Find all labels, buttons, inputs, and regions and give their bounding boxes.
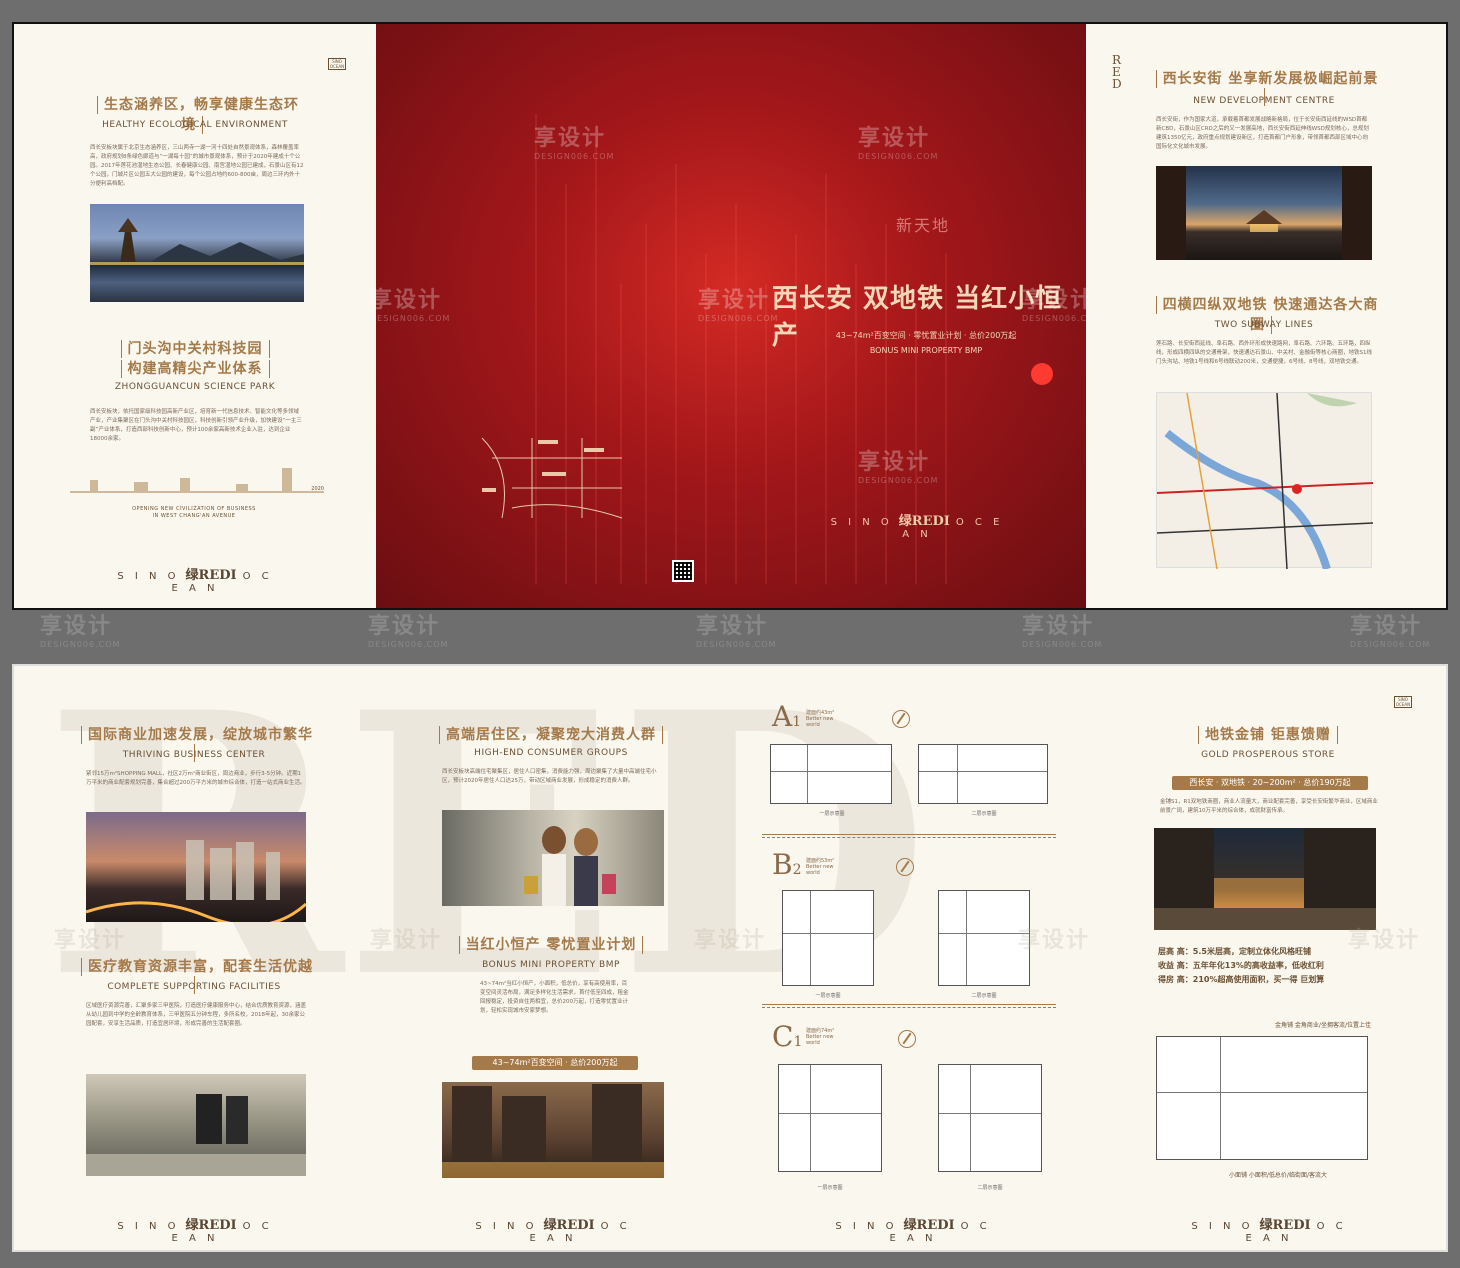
- zhongguancun-subtitle: ZHONGGUANCUN SCIENCE PARK: [114, 382, 276, 392]
- inner-panel-2: 高端居住区，凝聚宠大消费人群 HIGH-END CONSUMER GROUPS …: [376, 666, 732, 1250]
- timeline-graphic: 2020: [70, 464, 324, 504]
- watermark-gap-5: 享设计 DESIGN006.COM: [1350, 614, 1431, 649]
- unit-a-letter: A1: [772, 700, 802, 733]
- business-subtitle: THRIVING BUSINESS CENTER: [122, 750, 266, 760]
- divider-1: [762, 834, 1056, 838]
- unit-a-plan-1: [770, 744, 892, 804]
- subway-map: [1156, 392, 1374, 571]
- watermark-gap-4: 享设计 DESIGN006.COM: [1022, 614, 1103, 649]
- inner-panel-1: 国际商业加速发展，绽放城市繁华 THRIVING BUSINESS CENTER…: [14, 666, 376, 1250]
- unit-c-plan-1: [778, 1064, 882, 1172]
- unit-b-cap-1: 一层示意图: [815, 993, 841, 999]
- store-title: 地铁金铺 钜惠馈赠: [1148, 724, 1388, 744]
- unit-b-cap-2: 二层示意图: [971, 993, 997, 999]
- bmp-subtitle: BONUS MINI PROPERTY BMP: [482, 960, 620, 970]
- bmp-price-pill: 43~74m²百变空间 · 总价200万起: [472, 1056, 638, 1070]
- unit-c-cap-2: 二层示意图: [977, 1185, 1003, 1191]
- facilities-subtitle: COMPLETE SUPPORTING FACILITIES: [107, 982, 281, 992]
- consumer-title: 高端居住区，凝聚宠大消费人群: [426, 724, 676, 744]
- consumer-subtitle: HIGH-END CONSUMER GROUPS: [474, 748, 628, 758]
- store-body: 金铺S1，R1双地铁商圈，商业人流量大，商业配套完善，享受长安街繁华商业，区域商…: [1160, 799, 1378, 814]
- brand-footer-inner-4: S I N O 绿REDI O C E A N: [1191, 1218, 1347, 1244]
- avenue-night-photo: [1156, 166, 1372, 260]
- left-panel: SINO OCEAN 生态涵养区，畅享健康生态环境 HEALTHY ECOLOG…: [14, 24, 376, 608]
- sino-logo-inner: SINO OCEAN: [1394, 696, 1412, 708]
- brochure-inner-spread: RED 国际商业加速发展，绽放城市繁华 THRIVING BUSINESS CE…: [12, 664, 1448, 1252]
- unit-a-meta: 建面约43m² Better new world: [806, 710, 835, 728]
- timeline-end-label: 2020: [311, 486, 324, 492]
- brand-footer-left: S I N O 绿REDI O C E A N: [117, 568, 273, 594]
- ecology-body: 西长安板块属于北京生态涵养区，三山两寺一湖一河十四处自然景观体系，森林覆盖率高，…: [90, 145, 304, 187]
- unit-b-plan-2: [938, 890, 1030, 986]
- unit-c-meta: 建面约74m² Better new world: [806, 1028, 835, 1046]
- store-stat-1: 层高 高：5.5米层高，定制立体化风格旺铺: [1158, 947, 1311, 956]
- subway-subtitle: TWO SUBWAY LINES: [1214, 320, 1314, 330]
- shoppers-photo: [442, 810, 664, 906]
- facilities-body: 区域医疗资源完善，汇聚多家三甲医院，打造医疗健康服务中心，结合优质教育资源，涵盖…: [86, 1003, 307, 1027]
- brochure-outer-spread: SINO OCEAN 生态涵养区，畅享健康生态环境 HEALTHY ECOLOG…: [12, 22, 1448, 610]
- zhongguancun-title-l1: 门头沟中关村科技园: [84, 338, 306, 358]
- unit-b-letter: B2: [772, 848, 802, 881]
- qr-code[interactable]: [672, 560, 694, 582]
- sino-logo: SINO OCEAN: [328, 58, 346, 70]
- store-plan-footer: 小面铺 小面积/低总价/临街面/客流大: [1229, 1172, 1327, 1179]
- store-stat-3: 得房 高：210%超高使用面积，买一得 巨划算: [1158, 975, 1325, 984]
- students-photo: [86, 1074, 306, 1176]
- west-changan-body: 西长安街，作为国家大道，承载着首都发展战略新格局，位于长安街西延线的WSD首都新…: [1156, 117, 1369, 150]
- unit-c-cap-1: 一层示意图: [817, 1185, 843, 1191]
- cover-subline-2: BONUS MINI PROPERTY BMP: [869, 346, 983, 355]
- subway-body: 莲石路、长安街西延线、阜石路、西外环形成快速路网，阜石路、六环路、五环路，四纵线…: [1156, 341, 1372, 365]
- store-floor-plan: [1156, 1036, 1368, 1160]
- shopfront-night-photo: [1154, 828, 1376, 930]
- unit-a-plan-2: [918, 744, 1048, 804]
- ecology-subtitle: HEALTHY ECOLOGICAL ENVIRONMENT: [102, 120, 288, 130]
- side-red-letters: RED: [1112, 53, 1122, 91]
- consumer-body: 西长安板块高端住宅聚集区，居住人口密集，消费能力强，周边聚集了大量中高端住宅小区…: [442, 769, 657, 784]
- unit-c-plan-2: [938, 1064, 1042, 1172]
- timeline-caption-2: IN WEST CHANG'AN AVENUE: [152, 513, 236, 519]
- right-panel: RED 西长安街 坐享新发展极崛起前景 NEW DEVELOPMENT CENT…: [1086, 24, 1448, 608]
- brand-footer-cover: S I N O 绿REDI O C E A N: [830, 514, 1004, 540]
- unit-c-letter: C1: [772, 1020, 803, 1053]
- store-price-pill: 西长安 · 双地铁 · 20~200m² · 总价190万起: [1172, 776, 1368, 790]
- brand-footer-inner-1: S I N O 绿REDI O C E A N: [117, 1218, 273, 1244]
- towers-street-photo: [442, 1082, 664, 1178]
- compass-a-icon: [892, 710, 910, 728]
- zhongguancun-title-l2: 构建高精尖产业体系: [84, 358, 306, 378]
- cover-subline-1: 43~74m²百变空间 · 零忧置业计划 · 总价200万起: [835, 331, 1017, 340]
- location-map-outline: [472, 428, 632, 524]
- unit-b-meta: 建面约53m² Better new world: [806, 858, 835, 876]
- pagoda-lake-photo: [90, 204, 304, 302]
- timeline-caption-1: OPENING NEW CIVILIZATION OF BUSINESS: [132, 506, 256, 512]
- zhongguancun-body: 西长安板块，依托国家级科技园高新产业区，培育新一代信息技术、智能文化等多领域产业…: [90, 409, 302, 442]
- cover-panel: 新天地 西长安 双地铁 当红小恒产 43~74m²百变空间 · 零忧置业计划 ·…: [376, 24, 1086, 608]
- store-plan-caption: 金角铺 金角商业/坐拥客流/位置上佳: [1275, 1022, 1371, 1029]
- business-body: 紧邻15万m²SHOPPING MALL，社区2万m²商业街区，周边商业，步行3…: [86, 771, 306, 786]
- brand-footer-inner-3: S I N O 绿REDI O C E A N: [835, 1218, 991, 1244]
- compass-b-icon: [896, 858, 914, 876]
- unit-a-cap-2: 二层示意图: [971, 811, 997, 817]
- bmp-title: 当红小恒产 零忧置业计划: [426, 934, 676, 954]
- unit-a-cap-1: 一层示意图: [819, 811, 845, 817]
- divider-2: [762, 1004, 1056, 1008]
- bmp-body: 43~74m²当红小恒产，小面积，低总价，享有高使用率，百变空间灵活布局，满足多…: [480, 981, 629, 1014]
- store-stat-2: 收益 高：五年年化13%的高收益率，低收红利: [1158, 961, 1324, 970]
- brand-footer-inner-2: S I N O 绿REDI O C E A N: [475, 1218, 631, 1244]
- city-dusk-photo: [86, 812, 306, 922]
- inner-panel-3-floorplans: A1 建面约43m² Better new world 一层示意图 二层示意图 …: [732, 666, 1088, 1250]
- xintiandi-text: 新天地: [896, 216, 951, 235]
- compass-c-icon: [898, 1030, 916, 1048]
- inner-panel-4: SINO OCEAN 地铁金铺 钜惠馈赠 GOLD PROSPEROUS STO…: [1088, 666, 1448, 1250]
- west-changan-subtitle: NEW DEVELOPMENT CENTRE: [1193, 96, 1335, 106]
- unit-b-plan-1: [782, 890, 874, 986]
- store-subtitle: GOLD PROSPEROUS STORE: [1201, 750, 1335, 760]
